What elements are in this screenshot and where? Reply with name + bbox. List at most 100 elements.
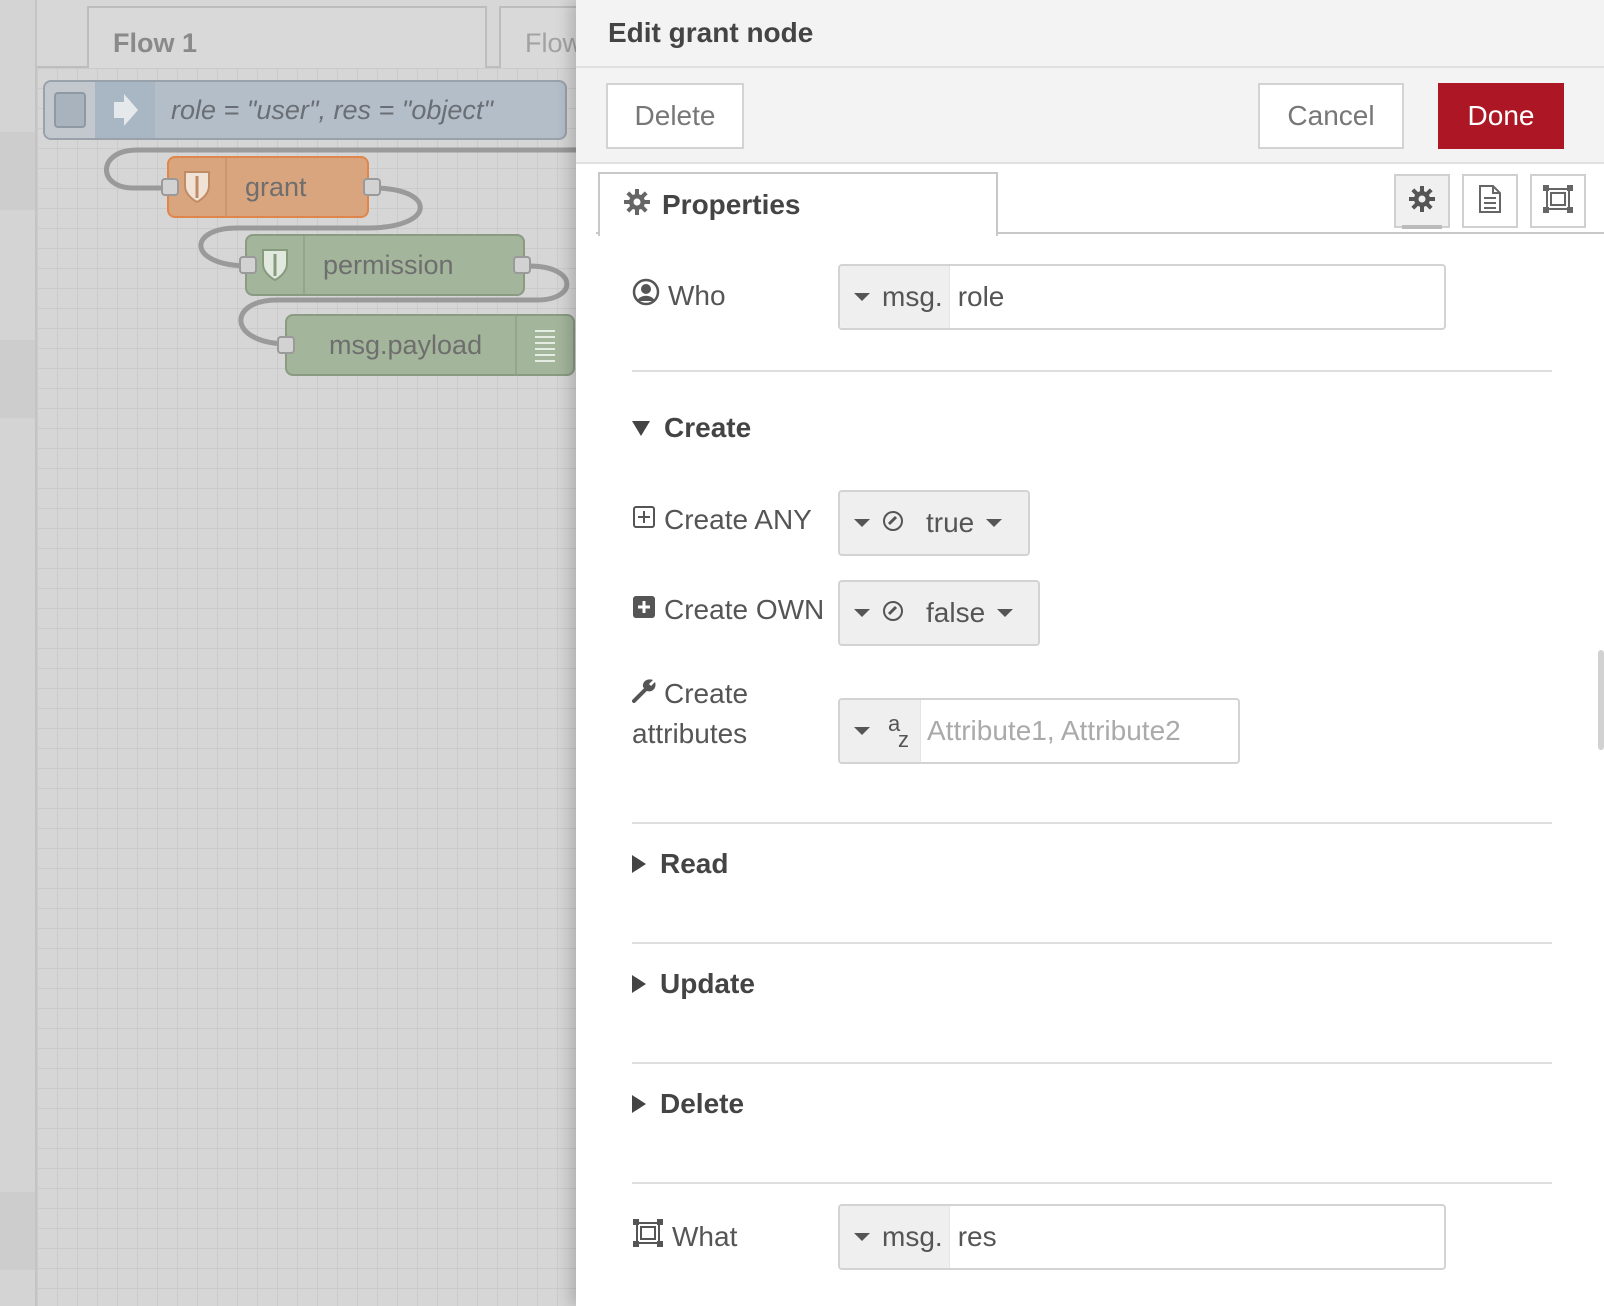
grant-output-port[interactable] [363, 178, 381, 196]
tray-header: Edit grant node [576, 0, 1604, 68]
delete-section-toggle[interactable]: Delete [632, 1088, 744, 1120]
string-type-icon: a z [888, 711, 909, 752]
tab-label: Flow 1 [113, 28, 198, 58]
divider [632, 1062, 1552, 1064]
create-any-value: true [926, 507, 975, 538]
grant-input-port[interactable] [161, 178, 179, 196]
debug-node[interactable]: msg.payload [285, 314, 575, 376]
divider [632, 822, 1552, 824]
create-attributes-label: Create attributes [632, 674, 748, 754]
create-own-value: false [926, 597, 986, 628]
edit-tray: Edit grant node Delete Cancel Done Prope… [576, 0, 1604, 1306]
what-type-prefix: msg. [882, 1221, 943, 1252]
create-any-type-selector[interactable] [840, 492, 904, 554]
create-header: Create [664, 412, 752, 443]
tab-label: Flow [525, 28, 578, 58]
inject-button-square [54, 92, 86, 128]
debug-label: msg.payload [329, 329, 483, 360]
workspace: Flow 1 Flow role = "user", res = "object… [0, 0, 578, 1306]
inject-node[interactable]: role = "user", res = "object" [43, 80, 567, 140]
who-type-selector[interactable]: msg. [840, 266, 950, 328]
frame-icon [632, 1218, 664, 1255]
user-circle-icon [632, 278, 660, 313]
chevron-down-icon [854, 293, 870, 301]
create-section-toggle[interactable]: Create [632, 412, 751, 444]
delete-button[interactable]: Delete [606, 83, 744, 149]
debug-input-port[interactable] [277, 336, 295, 354]
what-value[interactable]: res [950, 1206, 1444, 1268]
create-any-value-selector[interactable]: true [904, 492, 1028, 554]
gear-icon [1409, 185, 1435, 217]
what-label-text: What [672, 1220, 738, 1252]
flow-canvas[interactable]: role = "user", res = "object" grant perm… [37, 68, 578, 1306]
tab-properties[interactable]: Properties [598, 172, 998, 236]
gear-icon [624, 188, 650, 222]
who-label-text: Who [668, 279, 726, 311]
chevron-down-icon [854, 1233, 870, 1241]
create-attributes-input[interactable]: a z Attribute1, Attribute2 [838, 698, 1240, 764]
who-input[interactable]: msg. role [838, 264, 1446, 330]
create-own-type-selector[interactable] [840, 582, 904, 644]
who-value[interactable]: role [950, 266, 1444, 328]
permission-node[interactable]: permission [245, 234, 525, 296]
permission-label: permission [323, 249, 454, 280]
read-header: Read [660, 848, 729, 879]
what-type-selector[interactable]: msg. [840, 1206, 950, 1268]
tray-toolbar: Delete Cancel Done [576, 68, 1604, 164]
update-section-toggle[interactable]: Update [632, 968, 755, 1000]
triangle-right-icon [632, 855, 646, 873]
palette-sidebar [0, 0, 37, 1306]
inject-button[interactable] [45, 82, 95, 138]
what-label: What [632, 1218, 737, 1255]
create-attributes-placeholder: Attribute1, Attribute2 [927, 715, 1181, 746]
tab-flow-1[interactable]: Flow 1 [87, 6, 487, 70]
appearance-tab-button[interactable] [1530, 174, 1586, 228]
palette-block [0, 340, 35, 418]
palette-block [0, 1192, 35, 1270]
tray-tabs: Properties [576, 164, 1604, 236]
create-own-value-selector[interactable]: false [904, 582, 1038, 644]
chevron-down-icon [986, 519, 1003, 527]
arrow-in-icon [95, 82, 155, 138]
list-lines-icon [515, 316, 573, 374]
triangle-right-icon [632, 975, 646, 993]
inject-label: role = "user", res = "object" [171, 94, 493, 125]
create-own-label: Create OWN [632, 594, 824, 626]
triangle-down-icon [632, 420, 650, 436]
done-button[interactable]: Done [1438, 83, 1564, 149]
chevron-down-icon [854, 727, 870, 735]
workspace-tabbar: Flow 1 Flow [37, 0, 578, 70]
update-header: Update [660, 968, 755, 999]
permission-output-port[interactable] [513, 256, 531, 274]
create-attributes-label-line1: Create [632, 674, 748, 714]
create-attributes-type-selector[interactable]: a z [840, 700, 921, 762]
frame-icon [1542, 184, 1574, 219]
tray-title: Edit grant node [608, 17, 814, 48]
divider [632, 370, 1552, 372]
chevron-down-icon [997, 609, 1014, 617]
create-any-select[interactable]: true [838, 490, 1030, 556]
cancel-button[interactable]: Cancel [1258, 83, 1404, 149]
create-attributes-line1: Create [664, 678, 749, 709]
delete-header: Delete [660, 1088, 745, 1119]
triangle-right-icon [632, 1095, 646, 1113]
grant-node[interactable]: grant [167, 156, 369, 218]
document-icon [1478, 184, 1502, 219]
grant-label: grant [245, 171, 307, 202]
create-own-text: Create OWN [664, 594, 825, 625]
description-tab-button[interactable] [1462, 174, 1518, 228]
create-own-select[interactable]: false [838, 580, 1040, 646]
tray-scrollbar[interactable] [1598, 650, 1604, 750]
toggle-icon [882, 507, 904, 539]
create-any-label: Create ANY [632, 504, 812, 536]
tab-flow-2[interactable]: Flow [499, 6, 578, 70]
read-section-toggle[interactable]: Read [632, 848, 728, 880]
divider [632, 942, 1552, 944]
permission-input-port[interactable] [239, 256, 257, 274]
create-any-text: Create ANY [664, 504, 812, 535]
create-attributes-line2: attributes [632, 718, 748, 749]
toggle-icon [882, 597, 904, 629]
chevron-down-icon [854, 519, 870, 527]
settings-tab-button[interactable] [1394, 174, 1450, 229]
what-input[interactable]: msg. res [838, 1204, 1446, 1270]
